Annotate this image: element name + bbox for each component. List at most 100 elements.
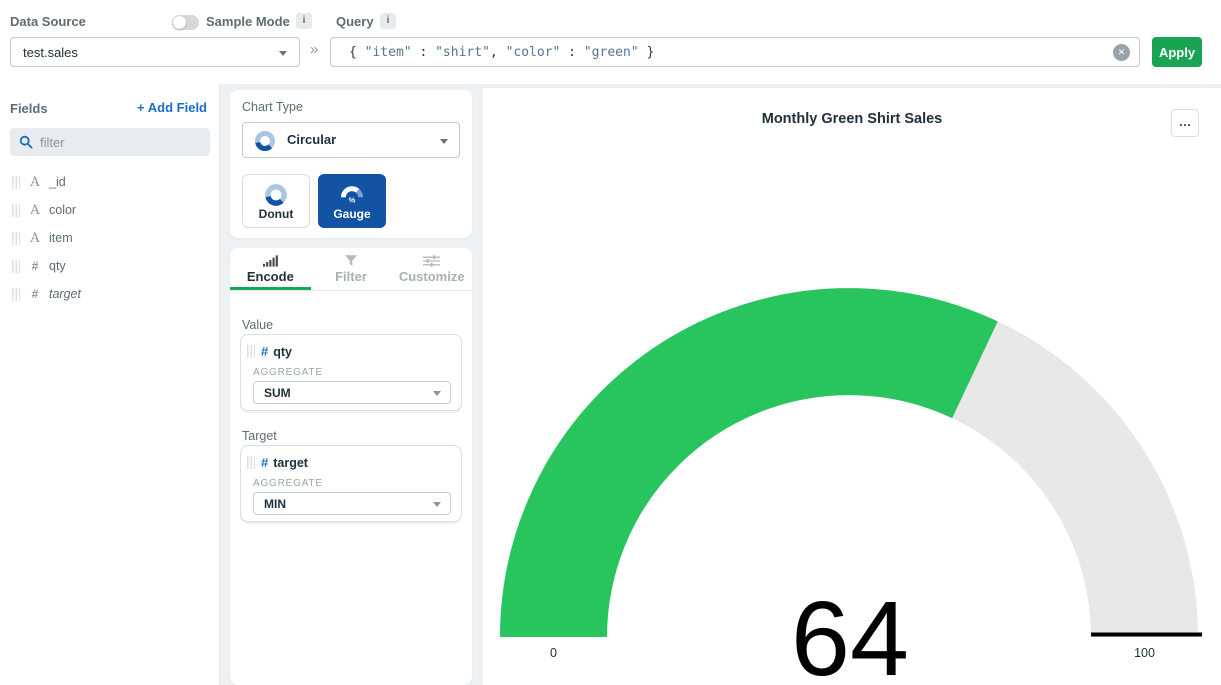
chart-type-value: Circular bbox=[287, 132, 336, 147]
string-field-icon: A bbox=[27, 203, 43, 218]
string-field-icon: A bbox=[27, 231, 43, 246]
data-source-value: test.sales bbox=[23, 45, 78, 60]
field-filter-box bbox=[10, 128, 210, 156]
target-field-name: target bbox=[273, 456, 308, 470]
fields-panel: Fields + Add Field A_idAcolorAitem#qty#t… bbox=[0, 84, 220, 685]
encode-tabs: Encode Filter Customize bbox=[230, 248, 472, 290]
drag-handle-icon bbox=[12, 260, 20, 273]
query-punct-token: { bbox=[349, 45, 365, 60]
number-field-icon: # bbox=[27, 259, 43, 273]
target-aggregate-label: AGGREGATE bbox=[253, 478, 323, 489]
apply-button[interactable]: Apply bbox=[1152, 37, 1202, 67]
funnel-icon bbox=[344, 254, 358, 267]
query-string-token: "item" bbox=[365, 45, 412, 60]
sample-mode-label: Sample Mode bbox=[206, 14, 290, 29]
query-string-token: "shirt" bbox=[435, 45, 490, 60]
subtype-gauge-label: Gauge bbox=[333, 207, 370, 221]
top-bar: Data Source Sample Mode i Query i test.s… bbox=[0, 0, 1221, 84]
value-section-label: Value bbox=[242, 318, 273, 332]
field-item-qty[interactable]: # qty bbox=[0, 252, 220, 280]
fields-list: A_idAcolorAitem#qty#target bbox=[0, 168, 220, 308]
number-field-icon: # bbox=[261, 455, 268, 470]
drag-handle-icon bbox=[12, 176, 20, 189]
value-field-chip[interactable]: # qty bbox=[247, 344, 292, 359]
clear-query-icon[interactable]: ✕ bbox=[1113, 44, 1130, 61]
toggle-knob bbox=[173, 16, 186, 29]
workspace: Fields + Add Field A_idAcolorAitem#qty#t… bbox=[0, 84, 1221, 685]
gauge-value-text: 64 bbox=[791, 580, 909, 685]
field-item-item[interactable]: Aitem bbox=[0, 224, 220, 252]
value-field-name: qty bbox=[273, 345, 292, 359]
query-punct-token: , bbox=[490, 45, 506, 60]
tabs-divider bbox=[230, 290, 472, 291]
value-field-card: # qty AGGREGATE SUM bbox=[240, 334, 462, 411]
query-punct-token: } bbox=[639, 45, 655, 60]
field-name: color bbox=[49, 203, 76, 217]
drag-handle-icon bbox=[247, 345, 255, 358]
subtype-donut-label: Donut bbox=[259, 207, 294, 221]
chevron-down-icon bbox=[433, 502, 441, 507]
query-string-token: "green" bbox=[584, 45, 639, 60]
subtype-gauge-button[interactable]: % Gauge bbox=[318, 174, 386, 228]
double-chevron-icon: » bbox=[310, 41, 318, 58]
fields-title: Fields bbox=[10, 101, 48, 116]
gauge-chart-icon: % bbox=[338, 182, 366, 204]
subtype-donut-button[interactable]: Donut bbox=[242, 174, 310, 228]
target-aggregate-select[interactable]: MIN bbox=[253, 492, 451, 515]
data-source-select[interactable]: test.sales bbox=[10, 37, 300, 67]
drag-handle-icon bbox=[247, 456, 255, 469]
query-punct-token: : bbox=[560, 45, 583, 60]
search-icon bbox=[19, 135, 33, 149]
field-name: target bbox=[49, 287, 81, 301]
target-section-label: Target bbox=[242, 429, 277, 443]
field-name: item bbox=[49, 231, 73, 245]
field-name: _id bbox=[49, 175, 66, 189]
plus-icon: + bbox=[137, 100, 145, 115]
chevron-down-icon bbox=[279, 51, 287, 56]
tab-customize-label: Customize bbox=[399, 269, 465, 284]
tab-filter[interactable]: Filter bbox=[311, 248, 392, 290]
add-field-button[interactable]: + Add Field bbox=[137, 100, 207, 115]
chart-type-select[interactable]: Circular bbox=[242, 122, 460, 158]
chart-type-label: Chart Type bbox=[242, 100, 303, 114]
number-field-icon: # bbox=[261, 344, 268, 359]
value-aggregate-select[interactable]: SUM bbox=[253, 381, 451, 404]
sample-mode-info-icon[interactable]: i bbox=[296, 13, 312, 29]
query-info-icon[interactable]: i bbox=[380, 13, 396, 29]
sample-mode-toggle[interactable] bbox=[172, 15, 199, 30]
string-field-icon: A bbox=[27, 175, 43, 190]
target-aggregate-value: MIN bbox=[264, 497, 286, 511]
field-item-target[interactable]: # target bbox=[0, 280, 220, 308]
chevron-down-icon bbox=[440, 139, 448, 144]
data-source-label: Data Source bbox=[10, 14, 86, 29]
donut-chart-icon bbox=[263, 182, 289, 208]
tab-customize[interactable]: Customize bbox=[391, 248, 472, 290]
sliders-icon bbox=[423, 255, 440, 267]
gauge-max-label: 100 bbox=[1134, 646, 1155, 660]
tab-encode-label: Encode bbox=[247, 269, 294, 284]
drag-handle-icon bbox=[12, 232, 20, 245]
drag-handle-icon bbox=[12, 204, 20, 217]
field-item-_id[interactable]: A _id bbox=[0, 168, 220, 196]
tab-encode[interactable]: Encode bbox=[230, 248, 311, 290]
gauge-min-label: 0 bbox=[550, 646, 557, 660]
tab-filter-label: Filter bbox=[335, 269, 367, 284]
value-aggregate-value: SUM bbox=[264, 386, 291, 400]
drag-handle-icon bbox=[12, 288, 20, 301]
query-string-token: "color" bbox=[506, 45, 561, 60]
add-field-label: Add Field bbox=[148, 100, 207, 115]
svg-text:%: % bbox=[349, 196, 356, 204]
chart-type-card: Chart Type Circular Donut bbox=[230, 90, 472, 238]
target-field-chip[interactable]: # target bbox=[247, 455, 308, 470]
number-field-icon: # bbox=[27, 287, 43, 301]
query-input[interactable]: { "item" : "shirt", "color" : "green" } … bbox=[330, 37, 1140, 67]
field-item-color[interactable]: Acolor bbox=[0, 196, 220, 224]
target-field-card: # target AGGREGATE MIN bbox=[240, 445, 462, 522]
donut-chart-icon bbox=[253, 129, 277, 153]
query-label: Query bbox=[336, 14, 374, 29]
query-punct-token: : bbox=[412, 45, 435, 60]
field-name: qty bbox=[49, 259, 66, 273]
field-filter-input[interactable] bbox=[40, 132, 200, 152]
bar-chart-icon bbox=[263, 255, 278, 267]
chevron-down-icon bbox=[433, 391, 441, 396]
